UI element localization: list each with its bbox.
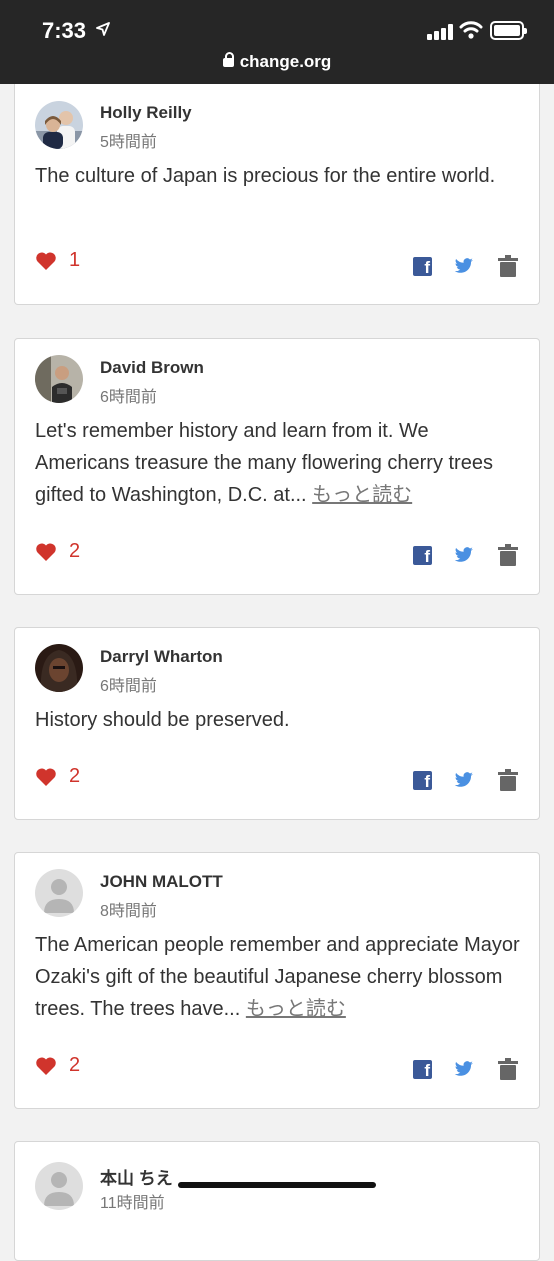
avatar[interactable] [35,644,83,692]
comment-time: 8時間前 [100,903,157,920]
comment-text: Let's remember history and learn from it… [35,420,493,506]
facebook-icon[interactable]: f [413,545,432,565]
avatar[interactable] [35,1162,83,1210]
twitter-icon[interactable] [454,772,474,788]
like-button[interactable]: 2 [35,540,80,563]
trash-icon[interactable] [498,255,518,277]
trash-icon[interactable] [498,769,518,791]
share-actions: f [413,544,518,566]
comment-card: Holly Reilly 5時間前 The culture of Japan i… [14,84,540,305]
facebook-icon[interactable]: f [413,770,432,790]
share-actions: f [413,255,518,277]
cellular-signal-icon [427,24,455,40]
like-button[interactable]: 1 [35,249,80,272]
wifi-icon [459,21,483,39]
share-actions: f [413,1058,518,1080]
twitter-icon[interactable] [454,547,474,563]
read-more-link[interactable]: もっと読む [246,998,346,1020]
heart-icon [36,542,56,561]
clock: 7:33 [42,18,87,43]
comment-card: 本山 ちえ 11時間前 [14,1141,540,1261]
comment-card: JOHN MALOTT 8時間前 The American people rem… [14,852,540,1109]
like-button[interactable]: 2 [35,1054,80,1077]
commenter-name[interactable]: Holly Reilly [100,103,192,123]
comment-time: 11時間前 [100,1195,165,1212]
avatar[interactable] [35,355,83,403]
comment-text: History should be preserved. [35,709,290,731]
facebook-icon[interactable]: f [413,256,432,276]
heart-icon [36,1056,56,1075]
commenter-name[interactable]: David Brown [100,358,204,378]
url-bar[interactable]: change.org [0,52,554,72]
comment-time: 5時間前 [100,134,157,151]
avatar[interactable] [35,869,83,917]
like-count: 1 [69,249,81,271]
commenter-name[interactable]: Darryl Wharton [100,647,223,667]
share-actions: f [413,769,518,791]
home-indicator[interactable] [178,1182,376,1188]
like-button[interactable]: 2 [35,765,80,788]
comment-text: The culture of Japan is precious for the… [35,165,496,187]
comment-time: 6時間前 [100,389,157,406]
status-bar: 7:33 change.org [0,0,554,84]
comment-card: Darryl Wharton 6時間前 History should be pr… [14,627,540,820]
like-count: 2 [69,540,81,562]
comment-time: 6時間前 [100,678,157,695]
facebook-icon[interactable]: f [413,1059,432,1079]
location-arrow-icon [96,22,110,36]
comment-card: David Brown 6時間前 Let's remember history … [14,338,540,595]
comment-text: The American people remember and appreci… [35,934,520,1020]
trash-icon[interactable] [498,1058,518,1080]
avatar[interactable] [35,101,83,149]
heart-icon [36,251,56,270]
read-more-link[interactable]: もっと読む [312,484,412,506]
lock-icon [222,52,234,67]
twitter-icon[interactable] [454,1061,474,1077]
heart-icon [36,767,56,786]
like-count: 2 [69,765,81,787]
battery-icon [490,21,527,40]
trash-icon[interactable] [498,544,518,566]
url-text: change.org [239,52,332,71]
twitter-icon[interactable] [454,258,474,274]
like-count: 2 [69,1054,81,1076]
commenter-name[interactable]: 本山 ちえ [100,1164,173,1189]
commenter-name[interactable]: JOHN MALOTT [100,872,223,892]
